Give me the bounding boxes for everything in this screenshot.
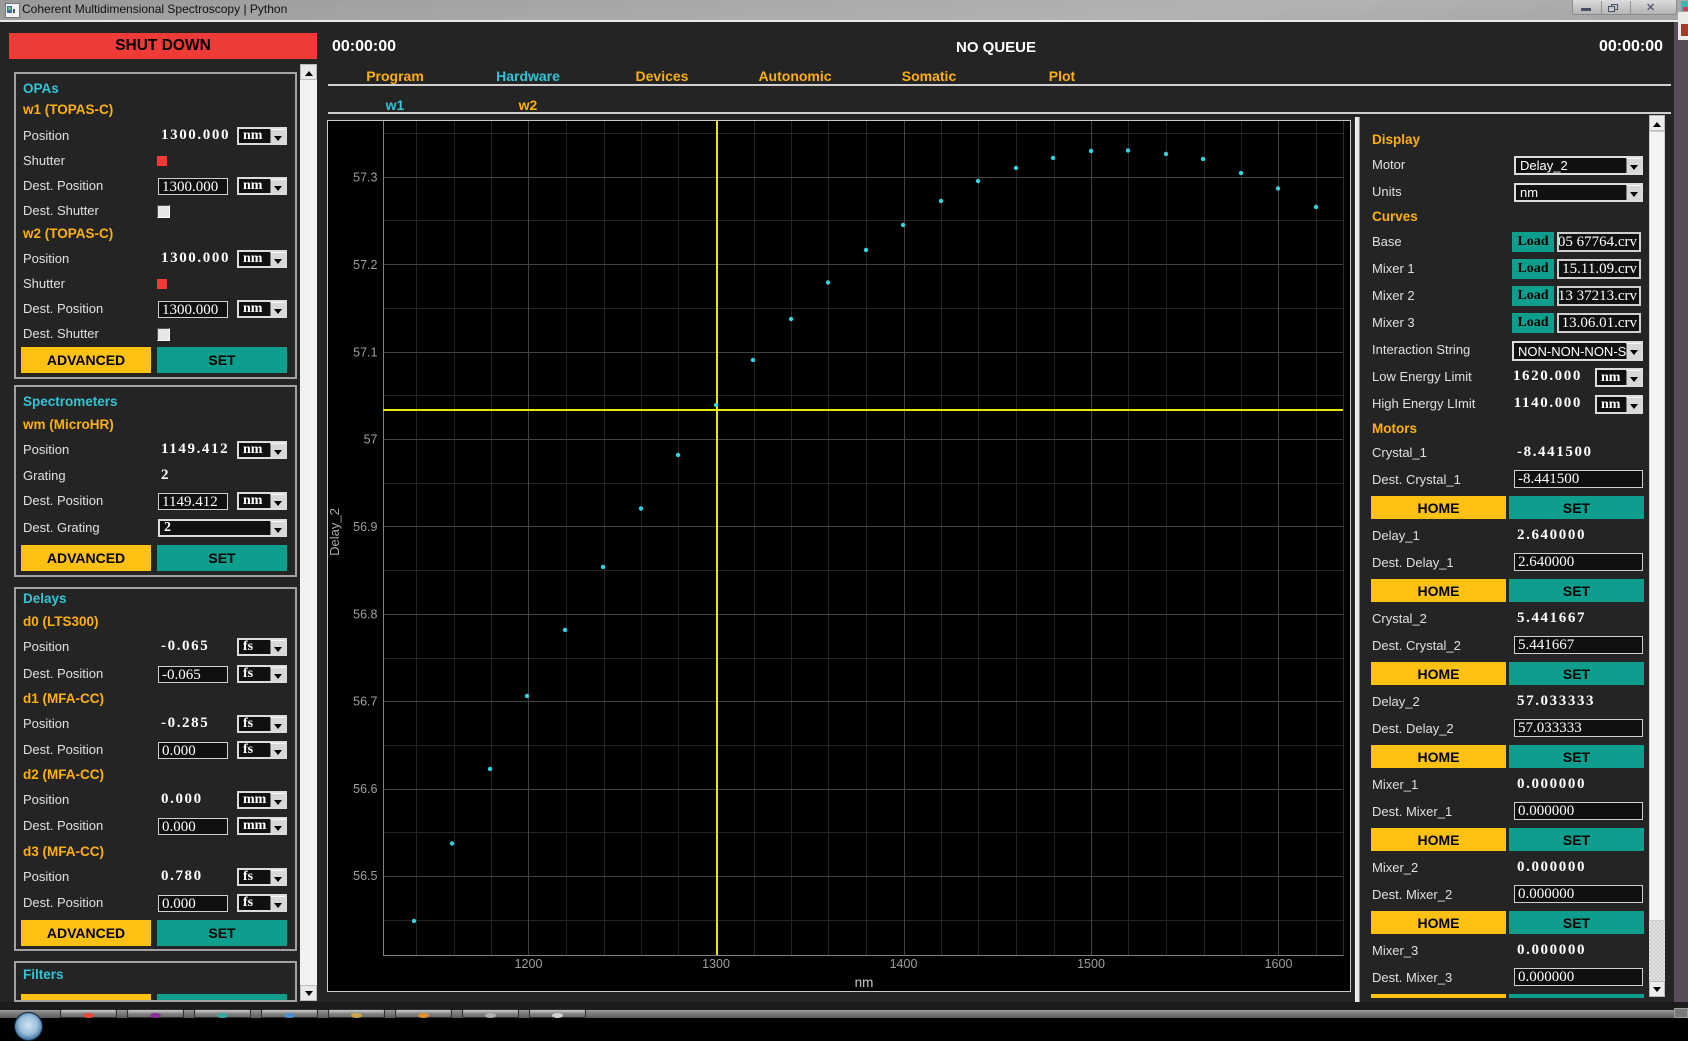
svg-text:56.6: 56.6	[353, 782, 377, 796]
svg-text:Delay_2: Delay_2	[327, 508, 342, 556]
svg-text:1300: 1300	[702, 957, 730, 971]
svg-text:1600: 1600	[1265, 957, 1293, 971]
svg-text:57.2: 57.2	[353, 258, 377, 272]
svg-text:56.8: 56.8	[353, 608, 377, 622]
svg-text:56.9: 56.9	[353, 520, 377, 534]
svg-text:nm: nm	[855, 975, 874, 990]
svg-text:1200: 1200	[515, 957, 543, 971]
svg-text:57.1: 57.1	[353, 346, 377, 360]
svg-text:57: 57	[364, 433, 378, 447]
svg-text:56.7: 56.7	[353, 695, 377, 709]
svg-text:1500: 1500	[1077, 957, 1105, 971]
svg-text:1400: 1400	[890, 957, 918, 971]
svg-text:56.5: 56.5	[353, 869, 377, 883]
svg-text:57.3: 57.3	[353, 171, 377, 185]
